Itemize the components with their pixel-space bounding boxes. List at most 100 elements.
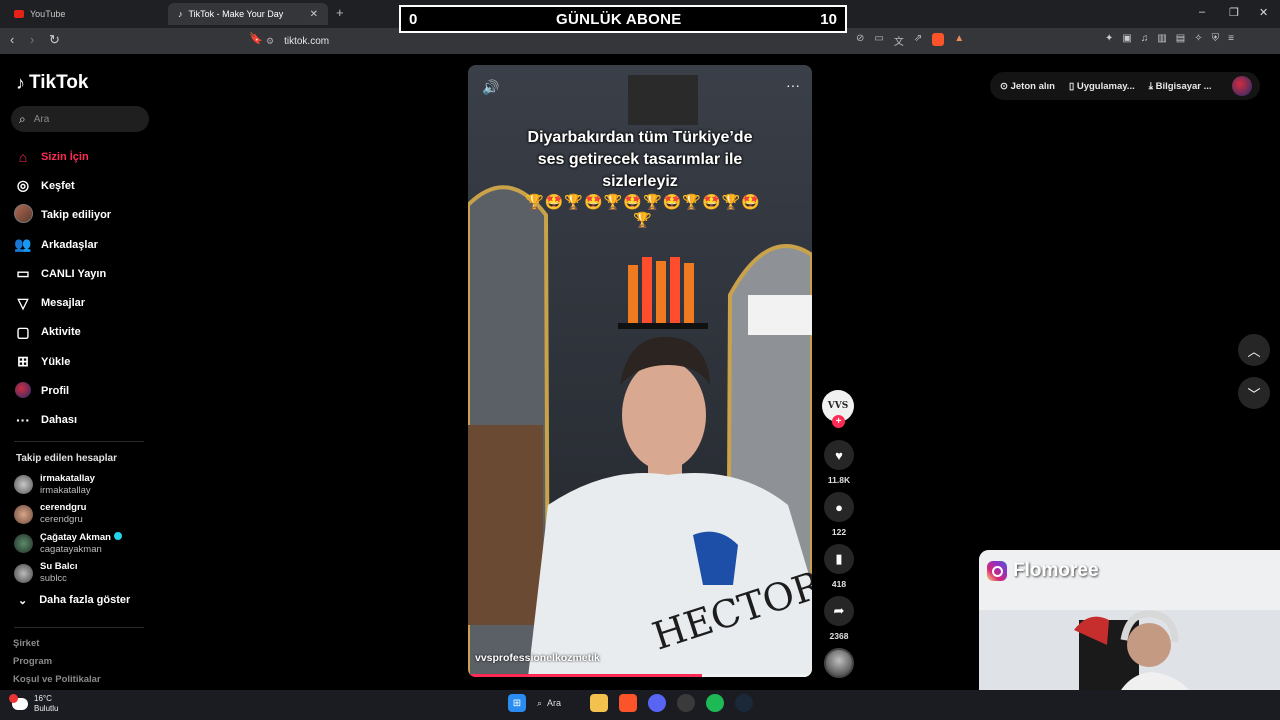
like-count: 11.8K bbox=[827, 475, 851, 485]
search-input[interactable]: ⌕ Ara bbox=[11, 106, 149, 132]
save-button[interactable]: ▮ 418 bbox=[823, 544, 855, 589]
forward-icon[interactable]: › bbox=[30, 32, 34, 47]
user-avatar[interactable] bbox=[1231, 76, 1252, 96]
like-button[interactable]: ♥ 11.8K bbox=[823, 440, 855, 485]
youtube-icon bbox=[14, 10, 24, 18]
upload-icon: ⊞ bbox=[17, 353, 29, 370]
tiktok-sidebar: ♪ TikTok ⌕ Ara ⌂ Sizin İçin ◎ Keşfet Tak… bbox=[0, 54, 160, 690]
menu-icon[interactable]: ≡ bbox=[1228, 33, 1234, 44]
video-progress-bar[interactable] bbox=[468, 674, 812, 677]
caption-line: sizlerleyiz bbox=[602, 173, 678, 190]
obs-icon[interactable] bbox=[677, 694, 695, 712]
divider bbox=[14, 627, 144, 628]
steam-icon[interactable] bbox=[735, 694, 753, 712]
new-tab-button[interactable]: + bbox=[336, 5, 344, 20]
profile-avatar bbox=[15, 381, 31, 398]
following-account[interactable]: irmakatallay irmakatallay bbox=[14, 470, 154, 500]
brave-shields-icon[interactable] bbox=[932, 33, 945, 46]
spotify-icon[interactable] bbox=[706, 694, 724, 712]
minimize-button[interactable]: – bbox=[1199, 6, 1205, 18]
verified-badge-icon bbox=[113, 531, 122, 540]
extensions-icon[interactable]: ✦ bbox=[1105, 33, 1113, 44]
account-name: cerendgru bbox=[40, 502, 87, 514]
nav-for-you[interactable]: ⌂ Sizin İçin bbox=[14, 142, 154, 171]
follow-plus-icon[interactable]: + bbox=[832, 415, 845, 428]
taskbar-search[interactable]: ⌕ Ara bbox=[537, 694, 579, 712]
chevron-up-icon: ︿ bbox=[1247, 343, 1261, 359]
reload-icon[interactable]: ↻ bbox=[49, 32, 60, 48]
address-bar[interactable]: ⚙ tiktok.com bbox=[266, 31, 856, 51]
account-name: Çağatay Akman bbox=[40, 531, 111, 543]
cast-icon[interactable]: ▭ bbox=[874, 33, 883, 48]
get-app-link[interactable]: ▯ Uygulamay... bbox=[1069, 81, 1135, 92]
footer-terms[interactable]: Koşul ve Politikalar bbox=[13, 674, 101, 685]
nav-activity[interactable]: ▢ Aktivite bbox=[14, 318, 154, 347]
tab-title: TikTok - Make Your Day bbox=[188, 9, 284, 19]
next-video-button[interactable]: ﹀ bbox=[1238, 377, 1270, 409]
video-author[interactable]: vvsprofessionelkozmetik bbox=[475, 652, 600, 664]
bookmark-icon[interactable]: 🔖 bbox=[249, 32, 263, 45]
site-info-icon[interactable]: ⚙ bbox=[266, 36, 274, 47]
windows-start-icon[interactable]: ⊞ bbox=[508, 694, 526, 712]
nav-upload[interactable]: ⊞ Yükle bbox=[14, 347, 154, 376]
back-icon[interactable]: ‹ bbox=[10, 32, 14, 47]
tab-tiktok[interactable]: ♪ TikTok - Make Your Day ✕ bbox=[168, 3, 328, 25]
footer-program[interactable]: Program bbox=[13, 656, 52, 667]
footer-company[interactable]: Şirket bbox=[13, 638, 39, 649]
nav-label: Profil bbox=[41, 385, 70, 398]
media-icon[interactable]: ⊘ bbox=[856, 33, 864, 48]
weather-widget[interactable]: 16°C Bulutlu bbox=[9, 694, 58, 714]
nav-explore[interactable]: ◎ Keşfet bbox=[14, 171, 154, 200]
nav-label: Yükle bbox=[41, 355, 71, 368]
tab-youtube[interactable]: YouTube bbox=[4, 3, 164, 25]
nav-following[interactable]: Takip ediliyor bbox=[14, 201, 154, 230]
screenshot-icon[interactable]: ▣ bbox=[1122, 33, 1131, 44]
comment-count: 122 bbox=[831, 527, 847, 537]
vpn-icon[interactable]: ⛨ bbox=[1212, 33, 1220, 44]
nav-profile[interactable]: Profil bbox=[14, 376, 154, 405]
maximize-button[interactable]: ❐ bbox=[1229, 6, 1239, 19]
volume-icon[interactable]: 🔊 bbox=[482, 79, 499, 96]
instagram-icon bbox=[987, 561, 1007, 581]
video-progress-fill bbox=[468, 674, 702, 677]
share-arrow-icon: ➦ bbox=[824, 596, 854, 626]
nav-friends[interactable]: 👥 Arkadaşlar bbox=[14, 230, 154, 259]
leo-ai-icon[interactable]: ✧ bbox=[1194, 33, 1202, 44]
brave-browser-icon[interactable] bbox=[619, 694, 637, 712]
nav-live[interactable]: ▭ CANLI Yayın bbox=[14, 259, 154, 288]
account-name: Su Balcı bbox=[40, 561, 78, 573]
sidebar-icon[interactable]: ▥ bbox=[1157, 33, 1166, 44]
desktop-app-link[interactable]: ⤓ Bilgisayar ... bbox=[1149, 81, 1212, 92]
following-account[interactable]: cerendgru cerendgru bbox=[14, 500, 154, 530]
previous-video-button[interactable]: ︿ bbox=[1238, 334, 1270, 366]
account-handle: cagatayakman bbox=[40, 543, 102, 555]
temperature: 16°C bbox=[34, 694, 52, 703]
following-account[interactable]: Çağatay Akman cagatayakman bbox=[14, 529, 154, 559]
following-accounts-title: Takip edilen hesaplar bbox=[16, 453, 117, 464]
notification-badge bbox=[9, 694, 18, 703]
nav-messages[interactable]: ▽ Mesajlar bbox=[14, 288, 154, 317]
share-icon[interactable]: ⇗ bbox=[914, 33, 922, 48]
video-player[interactable]: HECTOR 🔊 ··· Diyarbakırdan tüm Türkiye’d… bbox=[468, 65, 812, 677]
comment-button[interactable]: ● 122 bbox=[823, 492, 855, 537]
following-account[interactable]: Su Balcı sublcc bbox=[14, 559, 154, 589]
nav-label: Takip ediliyor bbox=[41, 209, 112, 222]
media-controls-icon[interactable]: ♫ bbox=[1141, 33, 1149, 44]
discord-icon[interactable] bbox=[648, 694, 666, 712]
show-more-button[interactable]: ⌄ Daha fazla göster bbox=[18, 594, 130, 607]
translate-icon[interactable]: 文 bbox=[894, 33, 904, 48]
nav-more[interactable]: ··· Dahası bbox=[14, 406, 154, 435]
nav-label: Keşfet bbox=[41, 179, 75, 192]
close-tab-icon[interactable]: ✕ bbox=[310, 9, 318, 20]
brave-rewards-icon[interactable]: ▲ bbox=[954, 33, 964, 48]
close-window-button[interactable]: ✕ bbox=[1259, 6, 1268, 19]
share-button[interactable]: ➦ 2368 bbox=[823, 596, 855, 641]
options-icon[interactable]: ··· bbox=[786, 77, 800, 93]
music-disc-avatar[interactable] bbox=[824, 648, 854, 678]
wallet-icon[interactable]: ▤ bbox=[1176, 33, 1185, 44]
tiktok-logo[interactable]: ♪ TikTok bbox=[16, 72, 88, 94]
chevron-down-icon: ⌄ bbox=[18, 595, 28, 607]
show-more-label: Daha fazla göster bbox=[39, 594, 131, 606]
file-explorer-icon[interactable] bbox=[590, 694, 608, 712]
get-coins-link[interactable]: ⊙ Jeton alın bbox=[1000, 81, 1055, 92]
